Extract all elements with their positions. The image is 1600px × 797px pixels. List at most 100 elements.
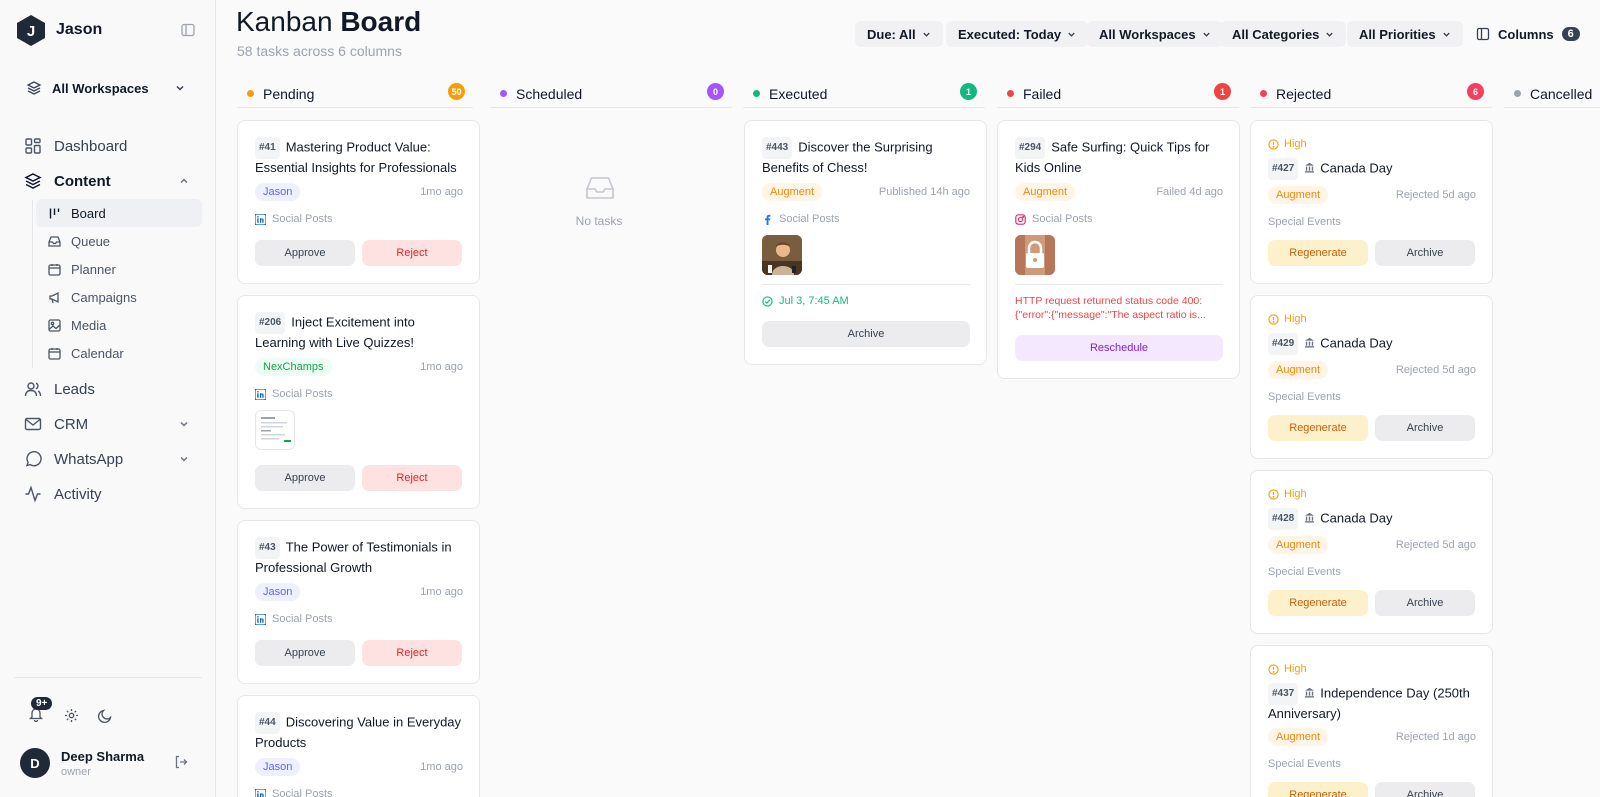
nav-crm[interactable]: CRM — [16, 408, 200, 440]
priorities-filter[interactable]: All Priorities — [1347, 21, 1463, 47]
archive-button[interactable]: Archive — [1375, 782, 1475, 797]
task-card[interactable]: #43 The Power of Testimonials in Professi… — [237, 520, 480, 684]
sub-nav-media-label: Media — [71, 317, 107, 333]
card-title-text: The Power of Testimonials in Professiona… — [255, 539, 452, 575]
sub-nav-planner-label: Planner — [71, 261, 116, 277]
task-card[interactable]: #294 Safe Surfing: Quick Tips for Kids On… — [997, 120, 1240, 379]
sub-nav-board[interactable]: Board — [36, 199, 202, 227]
workspace-select[interactable]: All Workspaces — [16, 72, 196, 104]
moon-icon[interactable] — [98, 708, 113, 723]
regenerate-button[interactable]: Regenerate — [1268, 240, 1368, 266]
status-dot — [500, 90, 507, 97]
priority-label: High — [1268, 313, 1307, 325]
workspace-tag: Augment — [1268, 536, 1329, 554]
card-title: #206 Inject Excitement into Learning with… — [255, 312, 463, 352]
reject-button[interactable]: Reject — [362, 240, 462, 266]
calendar-check-icon — [48, 263, 61, 276]
card-title-text: Mastering Product Value: Essential Insig… — [255, 139, 457, 175]
chevron-down-icon — [178, 453, 190, 465]
card-time: Published 14h ago — [878, 186, 970, 198]
nav-leads[interactable]: Leads — [16, 373, 200, 405]
chevron-up-icon — [178, 175, 190, 187]
archive-button[interactable]: Archive — [1375, 415, 1475, 441]
status-dot — [1007, 90, 1014, 97]
column-header-scheduled: Scheduled 0 — [490, 80, 732, 108]
sub-nav-queue[interactable]: Queue — [36, 227, 202, 255]
activity-icon — [24, 485, 42, 503]
chevron-down-icon — [1202, 30, 1211, 39]
card-source: Social Posts — [255, 788, 333, 797]
nav-whatsapp[interactable]: WhatsApp — [16, 443, 200, 475]
linkedin-icon — [255, 788, 266, 797]
nav-leads-label: Leads — [54, 380, 95, 398]
task-card[interactable]: #41 Mastering Product Value: Essential In… — [237, 120, 480, 284]
approve-button[interactable]: Approve — [255, 640, 355, 666]
regenerate-button[interactable]: Regenerate — [1268, 782, 1368, 797]
executed-filter[interactable]: Executed: Today — [946, 21, 1089, 47]
regenerate-button[interactable]: Regenerate — [1268, 590, 1368, 616]
task-card[interactable]: High #437 Independence Day (250th Anniver… — [1250, 645, 1493, 797]
task-card[interactable]: High #428 Canada Day Augment Rejected 5d … — [1250, 470, 1493, 634]
workspace-tag: Augment — [1268, 186, 1329, 204]
bank-icon — [1304, 162, 1315, 173]
archive-button[interactable]: Archive — [762, 321, 970, 347]
task-id: #44 — [255, 712, 280, 734]
task-card[interactable]: #44 Discovering Value in Everyday Product… — [237, 695, 480, 797]
media-thumbnail[interactable] — [255, 410, 295, 450]
facebook-icon — [762, 214, 773, 225]
regenerate-button[interactable]: Regenerate — [1268, 415, 1368, 441]
sub-nav-calendar[interactable]: Calendar — [36, 339, 202, 367]
sidebar-collapse-icon[interactable] — [181, 23, 195, 37]
sub-nav-media[interactable]: Media — [36, 311, 202, 339]
avatar[interactable]: D — [20, 748, 50, 778]
card-title-text: Canada Day — [1320, 510, 1393, 526]
card-source: Social Posts — [762, 213, 840, 225]
task-card[interactable]: High #427 Canada Day Augment Rejected 5d … — [1250, 120, 1493, 284]
media-thumbnail[interactable] — [762, 235, 802, 275]
card-time: Rejected 5d ago — [1395, 539, 1476, 551]
sub-nav-campaigns-label: Campaigns — [71, 289, 137, 305]
approve-button[interactable]: Approve — [255, 465, 355, 491]
sub-nav-campaigns[interactable]: Campaigns — [36, 283, 202, 311]
workspace-select-label: All Workspaces — [52, 80, 149, 96]
app-logo[interactable]: J — [16, 14, 46, 47]
archive-button[interactable]: Archive — [1375, 240, 1475, 266]
due-filter[interactable]: Due: All — [855, 21, 943, 47]
dashboard-icon — [24, 137, 42, 155]
executed-filter-label: Executed: Today — [958, 26, 1062, 42]
task-id: #43 — [255, 537, 280, 559]
logout-icon[interactable] — [174, 755, 188, 769]
gear-icon[interactable] — [64, 708, 79, 723]
task-card[interactable]: #206 Inject Excitement into Learning with… — [237, 295, 480, 509]
status-dot — [247, 90, 254, 97]
nav-activity[interactable]: Activity — [16, 478, 200, 510]
card-source: Social Posts — [255, 213, 333, 225]
card-time: 1mo ago — [420, 186, 463, 198]
nav-crm-label: CRM — [54, 415, 89, 433]
reject-button[interactable]: Reject — [362, 465, 462, 491]
sidebar: J Jason All Workspaces Dashboard Content… — [0, 0, 216, 797]
columns-button[interactable]: Columns 6 — [1476, 21, 1580, 47]
reject-button[interactable]: Reject — [362, 640, 462, 666]
error-message: HTTP request returned status code 400: {… — [1015, 295, 1206, 321]
card-source-label: Social Posts — [272, 213, 333, 225]
nav-content[interactable]: Content — [16, 165, 200, 197]
task-id: #41 — [255, 137, 280, 159]
column-count-badge: 6 — [1467, 83, 1484, 100]
nav-dashboard[interactable]: Dashboard — [16, 130, 200, 162]
workspace-tag: Jason — [255, 758, 301, 776]
archive-button[interactable]: Archive — [1375, 590, 1475, 616]
task-card[interactable]: #443 Discover the Surprising Benefits of … — [744, 120, 987, 365]
sub-nav-board-label: Board — [71, 205, 106, 221]
priority-text: High — [1284, 138, 1307, 150]
sub-nav-planner[interactable]: Planner — [36, 255, 202, 283]
workspaces-filter[interactable]: All Workspaces — [1087, 21, 1223, 47]
reschedule-button[interactable]: Reschedule — [1015, 335, 1223, 361]
task-card[interactable]: High #429 Canada Day Augment Rejected 5d … — [1250, 295, 1493, 459]
media-thumbnail[interactable] — [1015, 235, 1055, 275]
page-title: Kanban Board — [236, 6, 421, 38]
categories-filter[interactable]: All Categories — [1220, 21, 1347, 47]
inbox-icon — [48, 235, 61, 248]
layers-icon — [24, 172, 42, 190]
approve-button[interactable]: Approve — [255, 240, 355, 266]
